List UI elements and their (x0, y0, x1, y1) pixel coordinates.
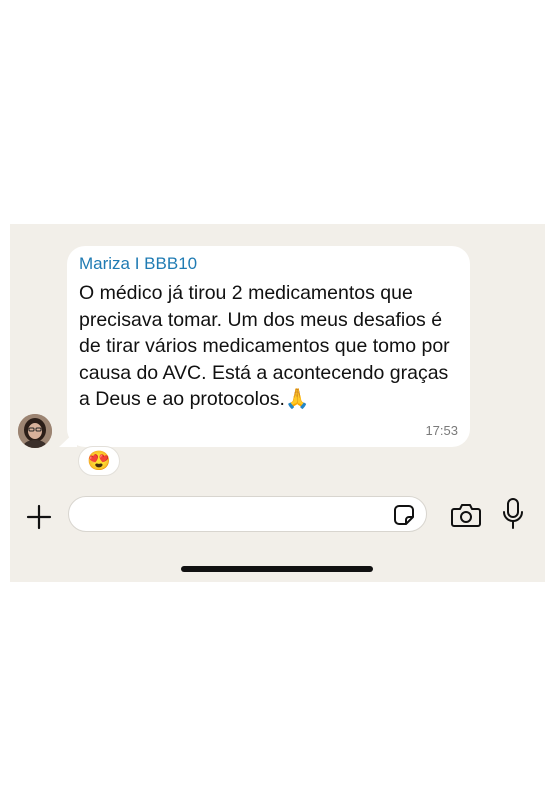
reaction-badge[interactable]: 😍 (78, 446, 120, 476)
plus-icon (26, 504, 52, 530)
message-time: 17:53 (425, 423, 458, 438)
avatar-image (18, 414, 52, 448)
home-indicator[interactable] (181, 566, 373, 572)
message-bubble[interactable]: Mariza I BBB10 O médico já tirou 2 medic… (67, 246, 470, 447)
microphone-button[interactable] (503, 498, 523, 530)
message-input[interactable] (68, 496, 427, 532)
attach-button[interactable] (24, 502, 54, 532)
camera-button[interactable] (451, 502, 481, 528)
microphone-icon (503, 498, 523, 529)
sticker-icon (394, 505, 414, 525)
message-text: O médico já tirou 2 medicamentos que pre… (79, 282, 450, 410)
avatar[interactable] (18, 414, 52, 448)
camera-icon (451, 504, 481, 527)
sticker-button[interactable] (393, 504, 415, 526)
sender-name[interactable]: Mariza I BBB10 (79, 254, 197, 274)
chat-area: Mariza I BBB10 O médico já tirou 2 medic… (10, 224, 545, 582)
